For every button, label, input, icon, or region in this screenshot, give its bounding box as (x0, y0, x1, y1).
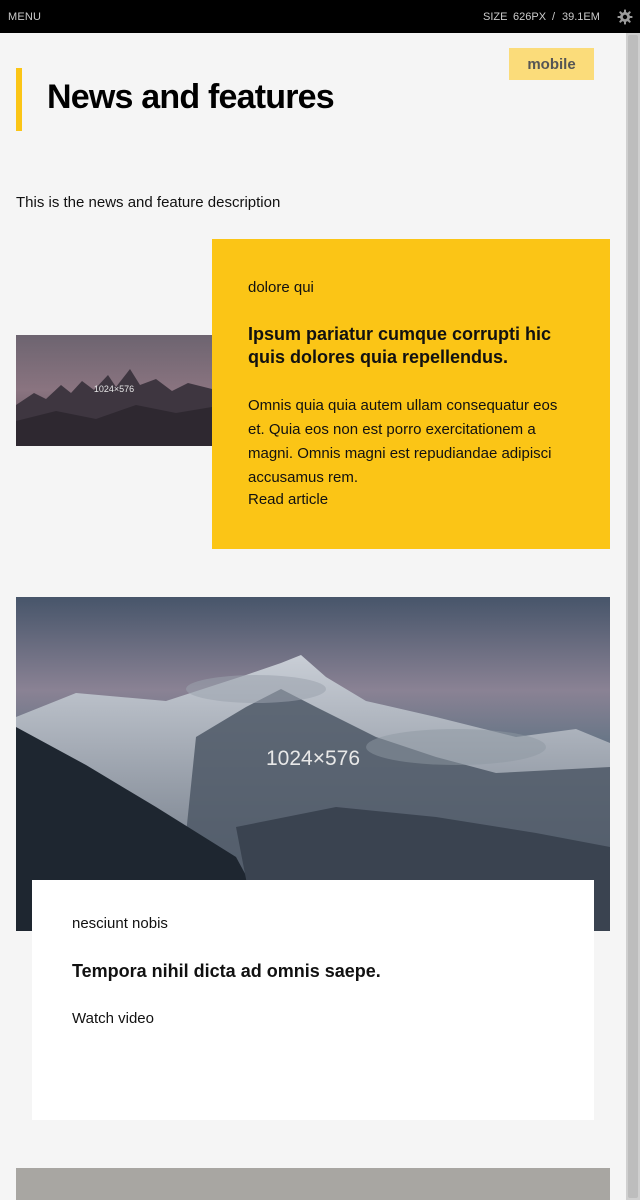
viewport-badge: mobile (509, 48, 594, 80)
read-article-link[interactable]: Read article (248, 491, 328, 508)
scrollbar[interactable] (626, 33, 640, 1200)
watch-video-link[interactable]: Watch video (72, 1010, 154, 1027)
video-category: nesciunt nobis (72, 915, 168, 932)
gear-icon[interactable] (617, 9, 633, 25)
video-card: nesciunt nobis Tempora nihil dicta ad om… (32, 880, 594, 1120)
next-article-image[interactable] (16, 1168, 610, 1200)
size-em-value[interactable]: 39.1EM (562, 11, 600, 23)
article-headline[interactable]: Ipsum pariatur cumque corrupti hic quis … (248, 323, 588, 369)
article-thumbnail[interactable]: 1024×576 (16, 335, 212, 446)
scrollbar-thumb[interactable] (628, 35, 638, 1198)
title-accent-bar (16, 68, 22, 131)
size-px-value[interactable]: 626PX (513, 11, 546, 23)
article-card: dolore qui Ipsum pariatur cumque corrupt… (212, 239, 610, 549)
size-separator: / (552, 11, 556, 23)
page-description: This is the news and feature description (16, 194, 281, 211)
top-toolbar: MENU SIZE 626PX / 39.1EM (0, 0, 640, 33)
menu-button[interactable]: MENU (8, 11, 41, 23)
image-placeholder-label: 1024×576 (265, 747, 361, 770)
size-label: SIZE (483, 11, 508, 23)
video-headline[interactable]: Tempora nihil dicta ad omnis saepe. (72, 961, 381, 982)
article-category: dolore qui (248, 279, 314, 296)
article-excerpt: Omnis quia quia autem ullam consequatur … (248, 397, 558, 486)
image-placeholder-label: 1024×576 (93, 384, 135, 394)
page-title: News and features (47, 78, 335, 116)
